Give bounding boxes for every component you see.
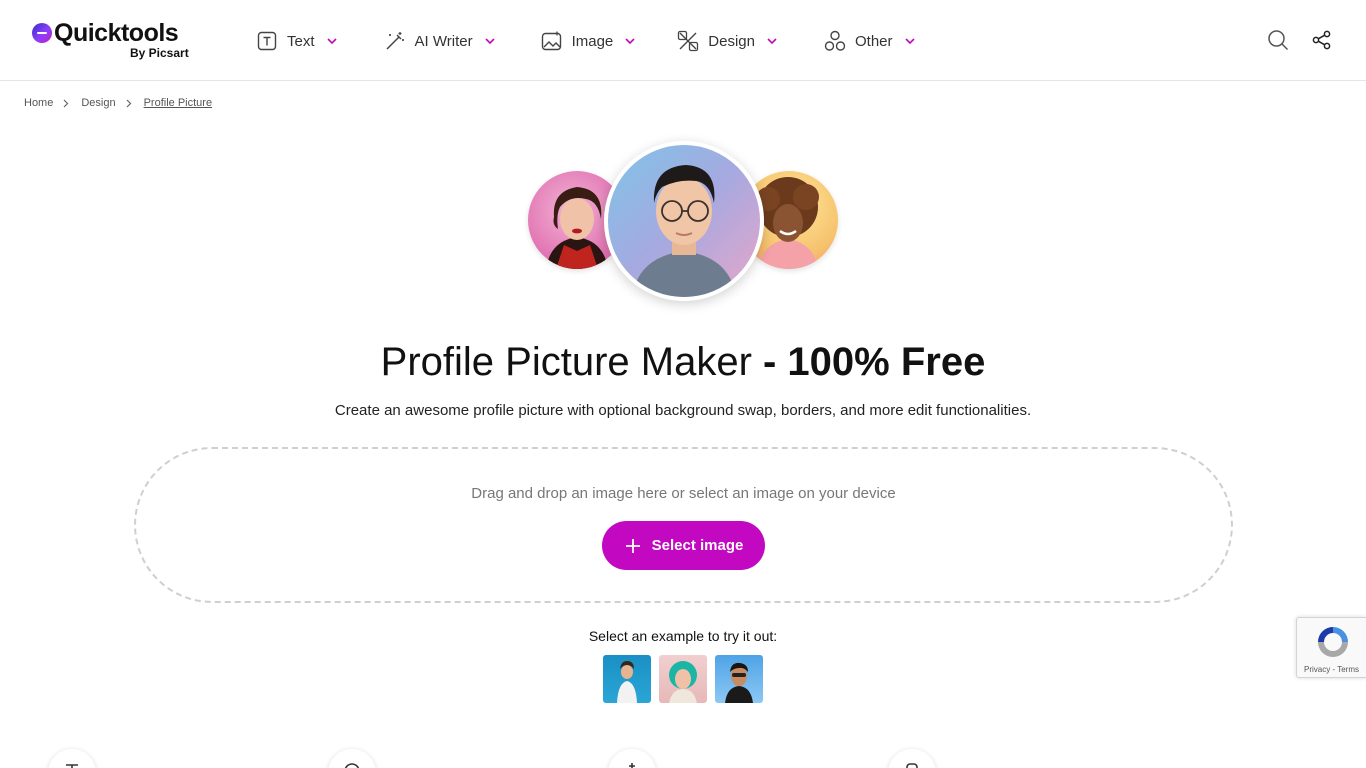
recaptcha-links[interactable]: Privacy - Terms — [1297, 665, 1366, 674]
example-images — [603, 655, 771, 703]
chevron-down-icon — [485, 36, 495, 46]
chevron-down-icon — [625, 36, 635, 46]
shapes-icon — [824, 30, 846, 52]
feature-sparkle-icon — [608, 749, 656, 768]
image-icon — [541, 30, 563, 52]
chevron-down-icon — [767, 36, 777, 46]
recaptcha-icon — [1314, 623, 1352, 661]
title-main: Profile Picture Maker — [380, 340, 763, 384]
nav-label: AI Writer — [414, 32, 473, 50]
chevron-down-icon — [904, 36, 915, 46]
nav-label: Image — [571, 32, 614, 50]
feature-lock-icon — [888, 749, 936, 768]
nav-label: Text — [287, 32, 315, 50]
nav-label: Other — [854, 32, 893, 50]
nav-item-text[interactable]: Text — [256, 27, 337, 55]
plus-icon — [624, 537, 642, 555]
select-image-button[interactable]: Select image — [602, 521, 765, 570]
example-image-3[interactable] — [715, 655, 763, 703]
examples-label: Select an example to try it out: — [588, 628, 778, 644]
feature-text-icon — [48, 749, 96, 768]
page-title: Profile Picture Maker - 100% Free — [0, 340, 1366, 385]
design-tools-icon — [677, 30, 699, 52]
hero-avatars — [526, 140, 842, 305]
page-subtitle: Create an awesome profile picture with o… — [334, 402, 1032, 419]
logo-mark-icon — [32, 23, 52, 43]
select-image-label: Select image — [651, 537, 744, 554]
breadcrumb-design[interactable]: Design — [81, 97, 115, 109]
title-emphasis: - 100% Free — [763, 340, 986, 384]
image-dropzone[interactable]: Drag and drop an image here or select an… — [134, 447, 1233, 603]
chevron-right-icon — [63, 99, 69, 108]
logo-name: Quicktools — [54, 19, 179, 47]
quicktools-logo[interactable]: Quicktools By Picsart — [32, 19, 202, 62]
search-icon[interactable] — [1267, 29, 1289, 51]
nav-label: Design — [708, 32, 755, 50]
site-header: Quicktools By Picsart Text AI Writer Ima… — [0, 0, 1366, 81]
breadcrumb: Home Design Profile Picture — [24, 97, 212, 109]
text-box-icon — [256, 30, 278, 52]
breadcrumb-home[interactable]: Home — [24, 97, 53, 109]
feature-circle-icon — [328, 749, 376, 768]
nav-item-other[interactable]: Other — [824, 27, 915, 55]
nav-item-design[interactable]: Design — [677, 27, 777, 55]
share-icon[interactable] — [1311, 29, 1333, 51]
example-image-1[interactable] — [603, 655, 651, 703]
main-nav: Text AI Writer Image Design Other — [256, 27, 915, 55]
nav-item-ai-writer[interactable]: AI Writer — [384, 27, 495, 55]
logo-subtitle: By Picsart — [130, 46, 189, 60]
breadcrumb-current[interactable]: Profile Picture — [144, 97, 212, 109]
chevron-down-icon — [326, 36, 337, 46]
nav-item-image[interactable]: Image — [541, 27, 636, 55]
dropzone-hint: Drag and drop an image here or select an… — [471, 485, 896, 502]
chevron-right-icon — [126, 99, 132, 108]
example-image-2[interactable] — [659, 655, 707, 703]
avatar-man-glasses — [604, 141, 764, 301]
recaptcha-badge[interactable]: Privacy - Terms — [1296, 617, 1366, 678]
magic-wand-icon — [384, 30, 406, 52]
